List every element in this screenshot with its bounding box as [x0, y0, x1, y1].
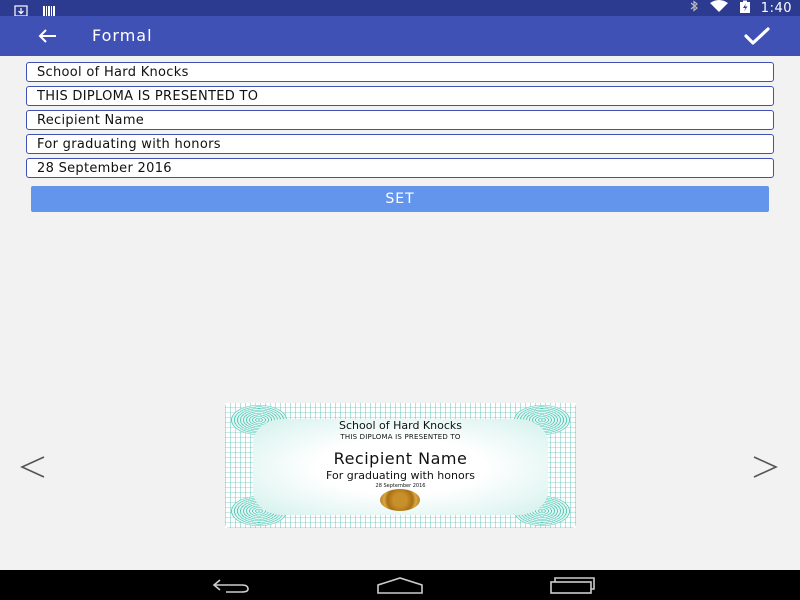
recipient-name-field[interactable]	[26, 110, 774, 130]
recents-icon	[550, 577, 595, 594]
back-button[interactable]	[32, 22, 62, 50]
certificate-presented-line: THIS DIPLOMA IS PRESENTED TO	[340, 433, 461, 441]
nav-home-button[interactable]	[376, 574, 424, 596]
app-bar: Formal	[0, 16, 800, 56]
next-template-button[interactable]	[750, 452, 780, 482]
previous-template-button[interactable]	[18, 452, 48, 482]
chevron-right-icon	[753, 456, 778, 478]
page-title: Formal	[92, 26, 153, 45]
diploma-preview: School of Hard Knocks THIS DIPLOMA IS PR…	[225, 403, 576, 528]
status-time: 1:40	[760, 0, 792, 16]
certificate-school: School of Hard Knocks	[339, 419, 462, 432]
school-name-field[interactable]	[26, 62, 774, 82]
set-button[interactable]: SET	[31, 186, 769, 212]
home-icon	[377, 577, 423, 594]
nav-back-button[interactable]	[205, 574, 253, 596]
gold-seal-icon	[380, 489, 420, 511]
date-field[interactable]	[26, 158, 774, 178]
bluetooth-icon	[689, 0, 699, 16]
arrow-left-icon	[38, 29, 56, 43]
honors-line-field[interactable]	[26, 134, 774, 154]
presented-line-field[interactable]	[26, 86, 774, 106]
status-bar: 1:40	[0, 0, 800, 17]
nav-recents-button[interactable]	[548, 574, 596, 596]
confirm-button[interactable]	[740, 21, 774, 51]
back-icon	[212, 579, 249, 593]
system-nav-bar	[0, 570, 800, 600]
check-icon	[744, 27, 770, 45]
wifi-icon	[709, 0, 729, 16]
diploma-form	[26, 62, 774, 182]
certificate-recipient: Recipient Name	[333, 449, 468, 468]
battery-charging-icon	[739, 0, 751, 17]
chevron-left-icon	[20, 456, 45, 478]
certificate-honors-line: For graduating with honors	[326, 469, 475, 482]
